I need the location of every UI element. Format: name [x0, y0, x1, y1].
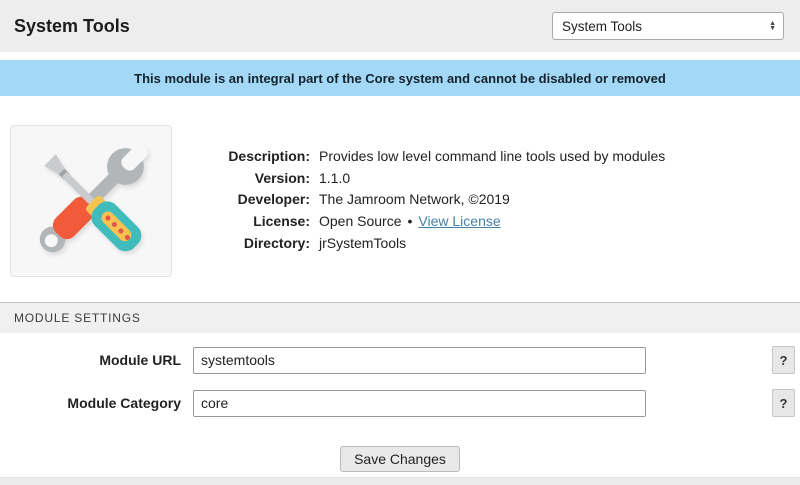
save-row: Save Changes	[0, 446, 800, 472]
info-row-directory: Directory: jrSystemTools	[160, 235, 665, 257]
info-value: 1.1.0	[319, 170, 350, 186]
info-label: Description:	[160, 148, 310, 164]
notice-banner-text: This module is an integral part of the C…	[134, 71, 666, 86]
header-gap	[0, 52, 800, 60]
form-row-module-url: Module URL ?	[0, 346, 800, 374]
page: System Tools System Tools ▲▼ This module…	[0, 0, 800, 485]
view-license-link[interactable]: View License	[418, 213, 500, 229]
bullet-separator: •	[408, 213, 413, 229]
module-settings-section-bar: MODULE SETTINGS	[0, 302, 800, 333]
info-row-description: Description: Provides low level command …	[160, 148, 665, 170]
info-row-developer: Developer: The Jamroom Network, ©2019	[160, 191, 665, 213]
settings-form: Module URL ? Module Category ? Save Chan…	[0, 346, 800, 472]
form-row-module-category: Module Category ?	[0, 389, 800, 417]
module-select-wrap: System Tools ▲▼	[552, 12, 784, 40]
module-select[interactable]: System Tools	[552, 12, 784, 40]
info-label: License:	[160, 213, 310, 229]
footer-strip	[0, 477, 800, 485]
module-category-label: Module Category	[0, 395, 193, 411]
page-title: System Tools	[14, 16, 130, 37]
notice-banner: This module is an integral part of the C…	[0, 60, 800, 96]
section-title: MODULE SETTINGS	[14, 311, 141, 325]
module-url-help-button[interactable]: ?	[772, 346, 795, 374]
info-row-version: Version: 1.1.0	[160, 170, 665, 192]
module-info-table: Description: Provides low level command …	[160, 148, 665, 256]
info-label: Directory:	[160, 235, 310, 251]
save-changes-button[interactable]: Save Changes	[340, 446, 460, 472]
info-value: The Jamroom Network, ©2019	[319, 191, 510, 207]
info-row-license: License: Open Source • View License	[160, 213, 665, 235]
module-category-help-button[interactable]: ?	[772, 389, 795, 417]
module-category-input[interactable]	[193, 390, 646, 417]
info-value: Open Source	[319, 213, 402, 229]
module-url-input[interactable]	[193, 347, 646, 374]
header: System Tools System Tools ▲▼	[0, 0, 800, 52]
info-value: jrSystemTools	[319, 235, 406, 251]
info-value: Provides low level command line tools us…	[319, 148, 665, 164]
info-label: Version:	[160, 170, 310, 186]
module-icon-box	[10, 125, 172, 277]
tools-icon	[17, 132, 165, 270]
module-info-section: Description: Provides low level command …	[0, 96, 800, 302]
info-label: Developer:	[160, 191, 310, 207]
module-url-label: Module URL	[0, 352, 193, 368]
